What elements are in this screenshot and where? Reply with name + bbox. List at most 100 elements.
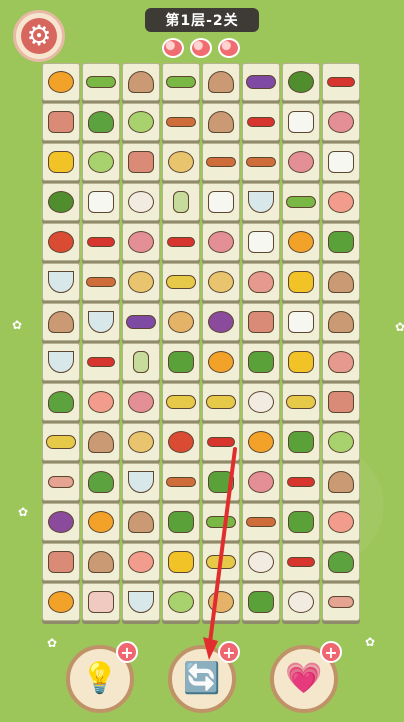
tile-chili[interactable]: [82, 223, 120, 261]
tile-corn[interactable]: [202, 383, 240, 421]
tile-tofu[interactable]: [282, 303, 320, 341]
tile-soup[interactable]: [42, 263, 80, 301]
tile-chili[interactable]: [202, 423, 240, 461]
tile-steak[interactable]: [202, 223, 240, 261]
tile-soup[interactable]: [122, 463, 160, 501]
tile-bokchoy[interactable]: [42, 383, 80, 421]
tile-corn[interactable]: [162, 263, 200, 301]
tile-bokchoy[interactable]: [322, 543, 360, 581]
tile-garlic[interactable]: [242, 383, 280, 421]
tile-pepper-g[interactable]: [162, 343, 200, 381]
tile-mushroom[interactable]: [322, 463, 360, 501]
tile-eggplant[interactable]: [242, 63, 280, 101]
tile-garlic[interactable]: [122, 183, 160, 221]
tile-pepper-y[interactable]: [282, 263, 320, 301]
tile-soup[interactable]: [42, 343, 80, 381]
tile-fig[interactable]: [42, 503, 80, 541]
tile-shrimp[interactable]: [82, 383, 120, 421]
tile-ginger[interactable]: [122, 423, 160, 461]
tile-ham[interactable]: [242, 263, 280, 301]
tile-pepper-g[interactable]: [282, 423, 320, 461]
tile-pumpkin[interactable]: [202, 343, 240, 381]
tile-meat[interactable]: [242, 303, 280, 341]
tile-mushroom[interactable]: [82, 423, 120, 461]
tile-meat[interactable]: [42, 543, 80, 581]
tile-chili[interactable]: [82, 343, 120, 381]
tile-pepper-g[interactable]: [202, 463, 240, 501]
tile-celery[interactable]: [162, 183, 200, 221]
tile-steak[interactable]: [282, 143, 320, 181]
tile-ginger[interactable]: [122, 263, 160, 301]
tile-steak[interactable]: [322, 103, 360, 141]
tile-ham[interactable]: [322, 343, 360, 381]
tile-bacon[interactable]: [322, 583, 360, 621]
tile-steak[interactable]: [242, 463, 280, 501]
tile-pumpkin[interactable]: [282, 223, 320, 261]
tile-sausage[interactable]: [162, 463, 200, 501]
tile-tofu[interactable]: [282, 103, 320, 141]
tile-pepper-g[interactable]: [322, 223, 360, 261]
tile-pepper-g[interactable]: [242, 583, 280, 621]
tile-sausage[interactable]: [82, 263, 120, 301]
tile-lotus[interactable]: [162, 303, 200, 341]
tile-bokchoy[interactable]: [82, 463, 120, 501]
tile-garlic[interactable]: [242, 543, 280, 581]
tile-pepper-y[interactable]: [282, 343, 320, 381]
tile-mushroom[interactable]: [122, 63, 160, 101]
tile-pumpkin[interactable]: [42, 63, 80, 101]
tile-sausage[interactable]: [202, 143, 240, 181]
tile-tomato[interactable]: [42, 223, 80, 261]
tile-pepper-g[interactable]: [282, 503, 320, 541]
tile-corn[interactable]: [42, 423, 80, 461]
tile-sausage[interactable]: [162, 103, 200, 141]
tile-broccoli[interactable]: [282, 63, 320, 101]
tile-sausage[interactable]: [242, 503, 280, 541]
tile-soup[interactable]: [242, 183, 280, 221]
tile-mushroom[interactable]: [322, 303, 360, 341]
tile-peas[interactable]: [282, 183, 320, 221]
tile-meat[interactable]: [122, 143, 160, 181]
tile-pumpkin[interactable]: [82, 503, 120, 541]
tile-pepper-y[interactable]: [42, 143, 80, 181]
tile-mushroom[interactable]: [322, 263, 360, 301]
tile-shrimp[interactable]: [122, 543, 160, 581]
tile-garlic[interactable]: [282, 583, 320, 621]
shuffle-button[interactable]: 🔄 +: [168, 641, 240, 713]
tile-meat[interactable]: [42, 103, 80, 141]
tile-ginger[interactable]: [202, 263, 240, 301]
tile-meat[interactable]: [322, 383, 360, 421]
tile-mushroom[interactable]: [122, 503, 160, 541]
tile-eggplant[interactable]: [122, 303, 160, 341]
tile-celery[interactable]: [122, 343, 160, 381]
tile-chili[interactable]: [162, 223, 200, 261]
tile-peas[interactable]: [202, 503, 240, 541]
tile-mushroom[interactable]: [202, 63, 240, 101]
tile-shrimp[interactable]: [322, 503, 360, 541]
revive-button[interactable]: 💗 +: [270, 641, 342, 713]
tile-corn[interactable]: [202, 543, 240, 581]
tile-bacon[interactable]: [42, 463, 80, 501]
tile-mushroom[interactable]: [202, 103, 240, 141]
tile-sausage[interactable]: [242, 143, 280, 181]
tile-pumpkin[interactable]: [42, 583, 80, 621]
tile-shrimp[interactable]: [322, 183, 360, 221]
tile-chili[interactable]: [322, 63, 360, 101]
tile-lotus[interactable]: [202, 583, 240, 621]
tile-chili[interactable]: [282, 463, 320, 501]
tile-fig[interactable]: [202, 303, 240, 341]
settings-button[interactable]: ⚙: [13, 10, 65, 62]
tile-cabbage[interactable]: [122, 103, 160, 141]
tile-corn[interactable]: [282, 383, 320, 421]
tile-tofu[interactable]: [322, 143, 360, 181]
tile-pumpkin[interactable]: [242, 423, 280, 461]
tile-peas[interactable]: [162, 63, 200, 101]
tile-steak[interactable]: [122, 223, 160, 261]
tile-peas[interactable]: [82, 63, 120, 101]
tile-mushroom[interactable]: [42, 303, 80, 341]
tile-tofu[interactable]: [242, 223, 280, 261]
tile-corn[interactable]: [162, 383, 200, 421]
tile-tofu[interactable]: [202, 183, 240, 221]
tile-soup[interactable]: [82, 303, 120, 341]
hint-button[interactable]: 💡 +: [66, 641, 138, 713]
tile-tomato[interactable]: [162, 423, 200, 461]
